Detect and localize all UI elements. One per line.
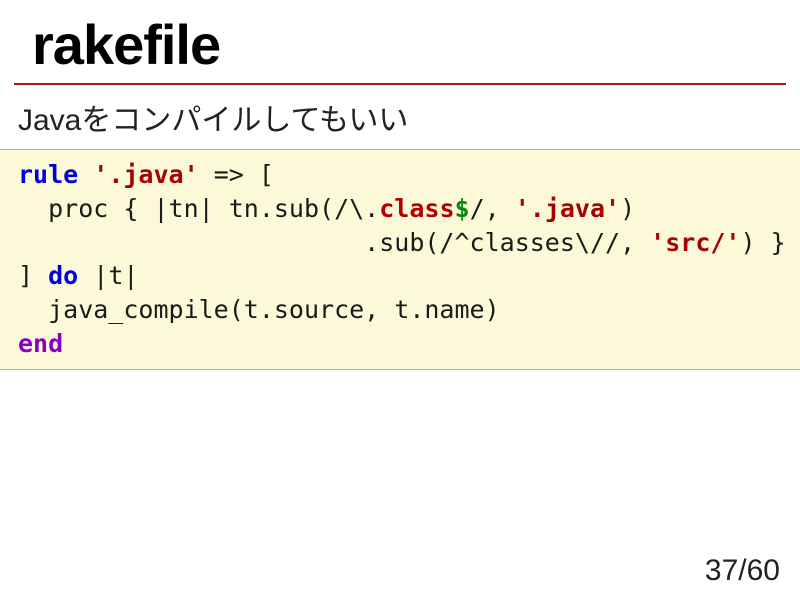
- code-text: => [: [199, 160, 274, 189]
- code-text: /,: [470, 194, 500, 223]
- slide-subtitle: Javaをコンパイルしてもいい: [0, 85, 800, 149]
- code-class: class: [379, 194, 454, 223]
- code-string: '.java': [78, 160, 198, 189]
- code-end: end: [18, 329, 63, 358]
- code-keyword: do: [48, 261, 78, 290]
- page-number: 37/60: [705, 554, 780, 588]
- slide-title: rakefile: [14, 0, 786, 85]
- code-text: ]: [18, 261, 48, 290]
- code-string: 'src/': [635, 228, 740, 257]
- code-text: ) }: [740, 228, 785, 257]
- code-string: '.java': [500, 194, 620, 223]
- code-text: ): [620, 194, 635, 223]
- code-dollar: $: [455, 194, 470, 223]
- code-text: .sub(/^classes\//,: [18, 228, 635, 257]
- code-block: rule '.java' => [ proc { |tn| tn.sub(/\.…: [0, 149, 800, 370]
- code-text: |t|: [78, 261, 138, 290]
- page-separator: /: [738, 554, 746, 587]
- code-text: java_compile(t.source, t.name): [18, 295, 500, 324]
- code-text: proc { |tn| tn.sub(/\.: [18, 194, 379, 223]
- page-current: 37: [705, 554, 738, 587]
- code-keyword: rule: [18, 160, 78, 189]
- page-total: 60: [747, 554, 780, 587]
